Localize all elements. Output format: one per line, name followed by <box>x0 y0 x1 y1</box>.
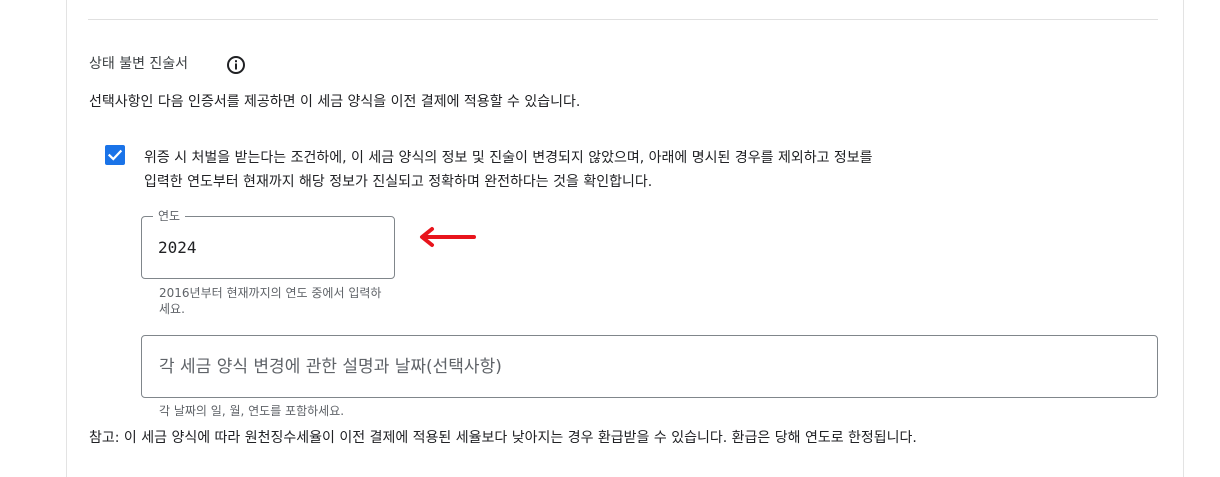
certification-text-line2: 입력한 연도부터 현재까지 해당 정보가 진실되고 정확하며 완전하다는 것을 … <box>144 174 653 190</box>
section-divider <box>88 19 1158 20</box>
certification-text-line1: 위증 시 처벌을 받는다는 조건하에, 이 세금 양식의 정보 및 진술이 변경… <box>144 150 873 166</box>
change-description-input[interactable]: 각 세금 양식 변경에 관한 설명과 날짜(선택사항) <box>141 335 1158 398</box>
change-description-hint: 각 날짜의 일, 월, 연도를 포함하세요. <box>159 404 345 418</box>
tax-form-page: 상태 불변 진술서 선택사항인 다음 인증서를 제공하면 이 세금 양식을 이전… <box>0 0 1220 477</box>
refund-note: 참고: 이 세금 양식에 따라 원천징수세율이 이전 결제에 적용된 세율보다 … <box>89 430 917 446</box>
section-description: 선택사항인 다음 인증서를 제공하면 이 세금 양식을 이전 결제에 적용할 수… <box>89 94 581 110</box>
change-description-placeholder: 각 세금 양식 변경에 관한 설명과 날짜(선택사항) <box>159 357 502 377</box>
certification-text: 위증 시 처벌을 받는다는 조건하에, 이 세금 양식의 정보 및 진술이 변경… <box>144 146 1044 194</box>
certification-checkbox[interactable] <box>105 145 125 165</box>
year-input[interactable]: 연도 2024 <box>141 208 395 279</box>
info-icon[interactable] <box>226 55 246 75</box>
year-input-label: 연도 <box>153 208 186 224</box>
checkmark-icon <box>107 149 123 161</box>
year-input-value: 2024 <box>158 238 197 257</box>
section-title: 상태 불변 진술서 <box>89 56 189 72</box>
red-arrow-icon <box>420 227 476 247</box>
year-input-hint: 2016년부터 현재까지의 연도 중에서 입력하세요. <box>159 286 382 316</box>
